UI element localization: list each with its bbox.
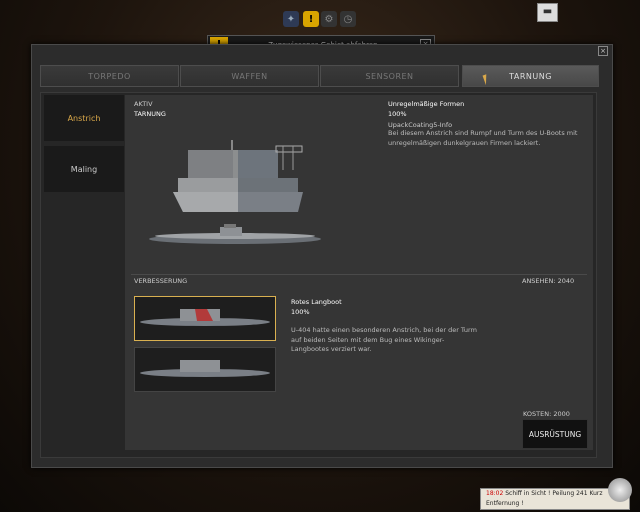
gear-icon[interactable]: ⚙ [321,11,337,27]
sidebar-item-maling[interactable]: Maling [44,146,124,192]
chat-time: 18:02 [486,490,504,497]
submarine-tower-image [173,140,303,212]
divider [131,274,587,275]
upgrade-option-rotes-langboot[interactable] [134,296,276,341]
upgrade-description: U-404 hatte einen besonderen Anstrich, b… [291,326,477,353]
sidebar-item-label: Maling [70,164,98,174]
active-title: TARNUNG [134,110,166,118]
submarine-hull-image [149,224,321,244]
upgrade-header: VERBESSERUNG [134,277,188,285]
alert-icon[interactable]: ! [303,11,319,27]
compass-icon[interactable]: ✦ [283,11,299,27]
chat-text: Schiff in Sicht ! Peilung 241 Kurz Entfe… [486,490,603,507]
tab-torpedo[interactable]: TORPEDO [40,65,179,87]
tab-sensoren[interactable]: SENSOREN [320,65,459,87]
map-icon[interactable]: ▬ [537,3,558,22]
tab-waffen[interactable]: WAFFEN [180,65,319,87]
equip-button[interactable]: AUSRÜSTUNG [522,419,588,449]
clock-icon[interactable]: ◷ [340,11,356,27]
chat-toggle-icon[interactable] [608,478,632,502]
active-percent: 100% [388,110,407,118]
sidebar-item-label: Anstrich [67,113,101,123]
active-description: Bei diesem Anstrich sind Rumpf und Turm … [388,129,578,147]
active-status: AKTIV [134,100,153,108]
upgrade-percent: 100% [291,308,310,316]
sidebar-item-anstrich[interactable]: Anstrich [44,95,124,141]
panel-close-button[interactable]: × [598,46,608,56]
cost-label: KOSTEN: 2000 [523,410,570,418]
reputation-label: ANSEHEN: 2040 [522,277,575,285]
submarine-thumbnail-image [140,309,270,326]
upgrade-option-2[interactable] [134,347,276,392]
upgrade-name: Rotes Langboot [291,298,342,306]
active-name: Unregelmäßige Formen [388,100,465,108]
submarine-thumbnail-image [140,360,270,377]
active-info-name: UpackCoating5-Info [388,121,453,129]
